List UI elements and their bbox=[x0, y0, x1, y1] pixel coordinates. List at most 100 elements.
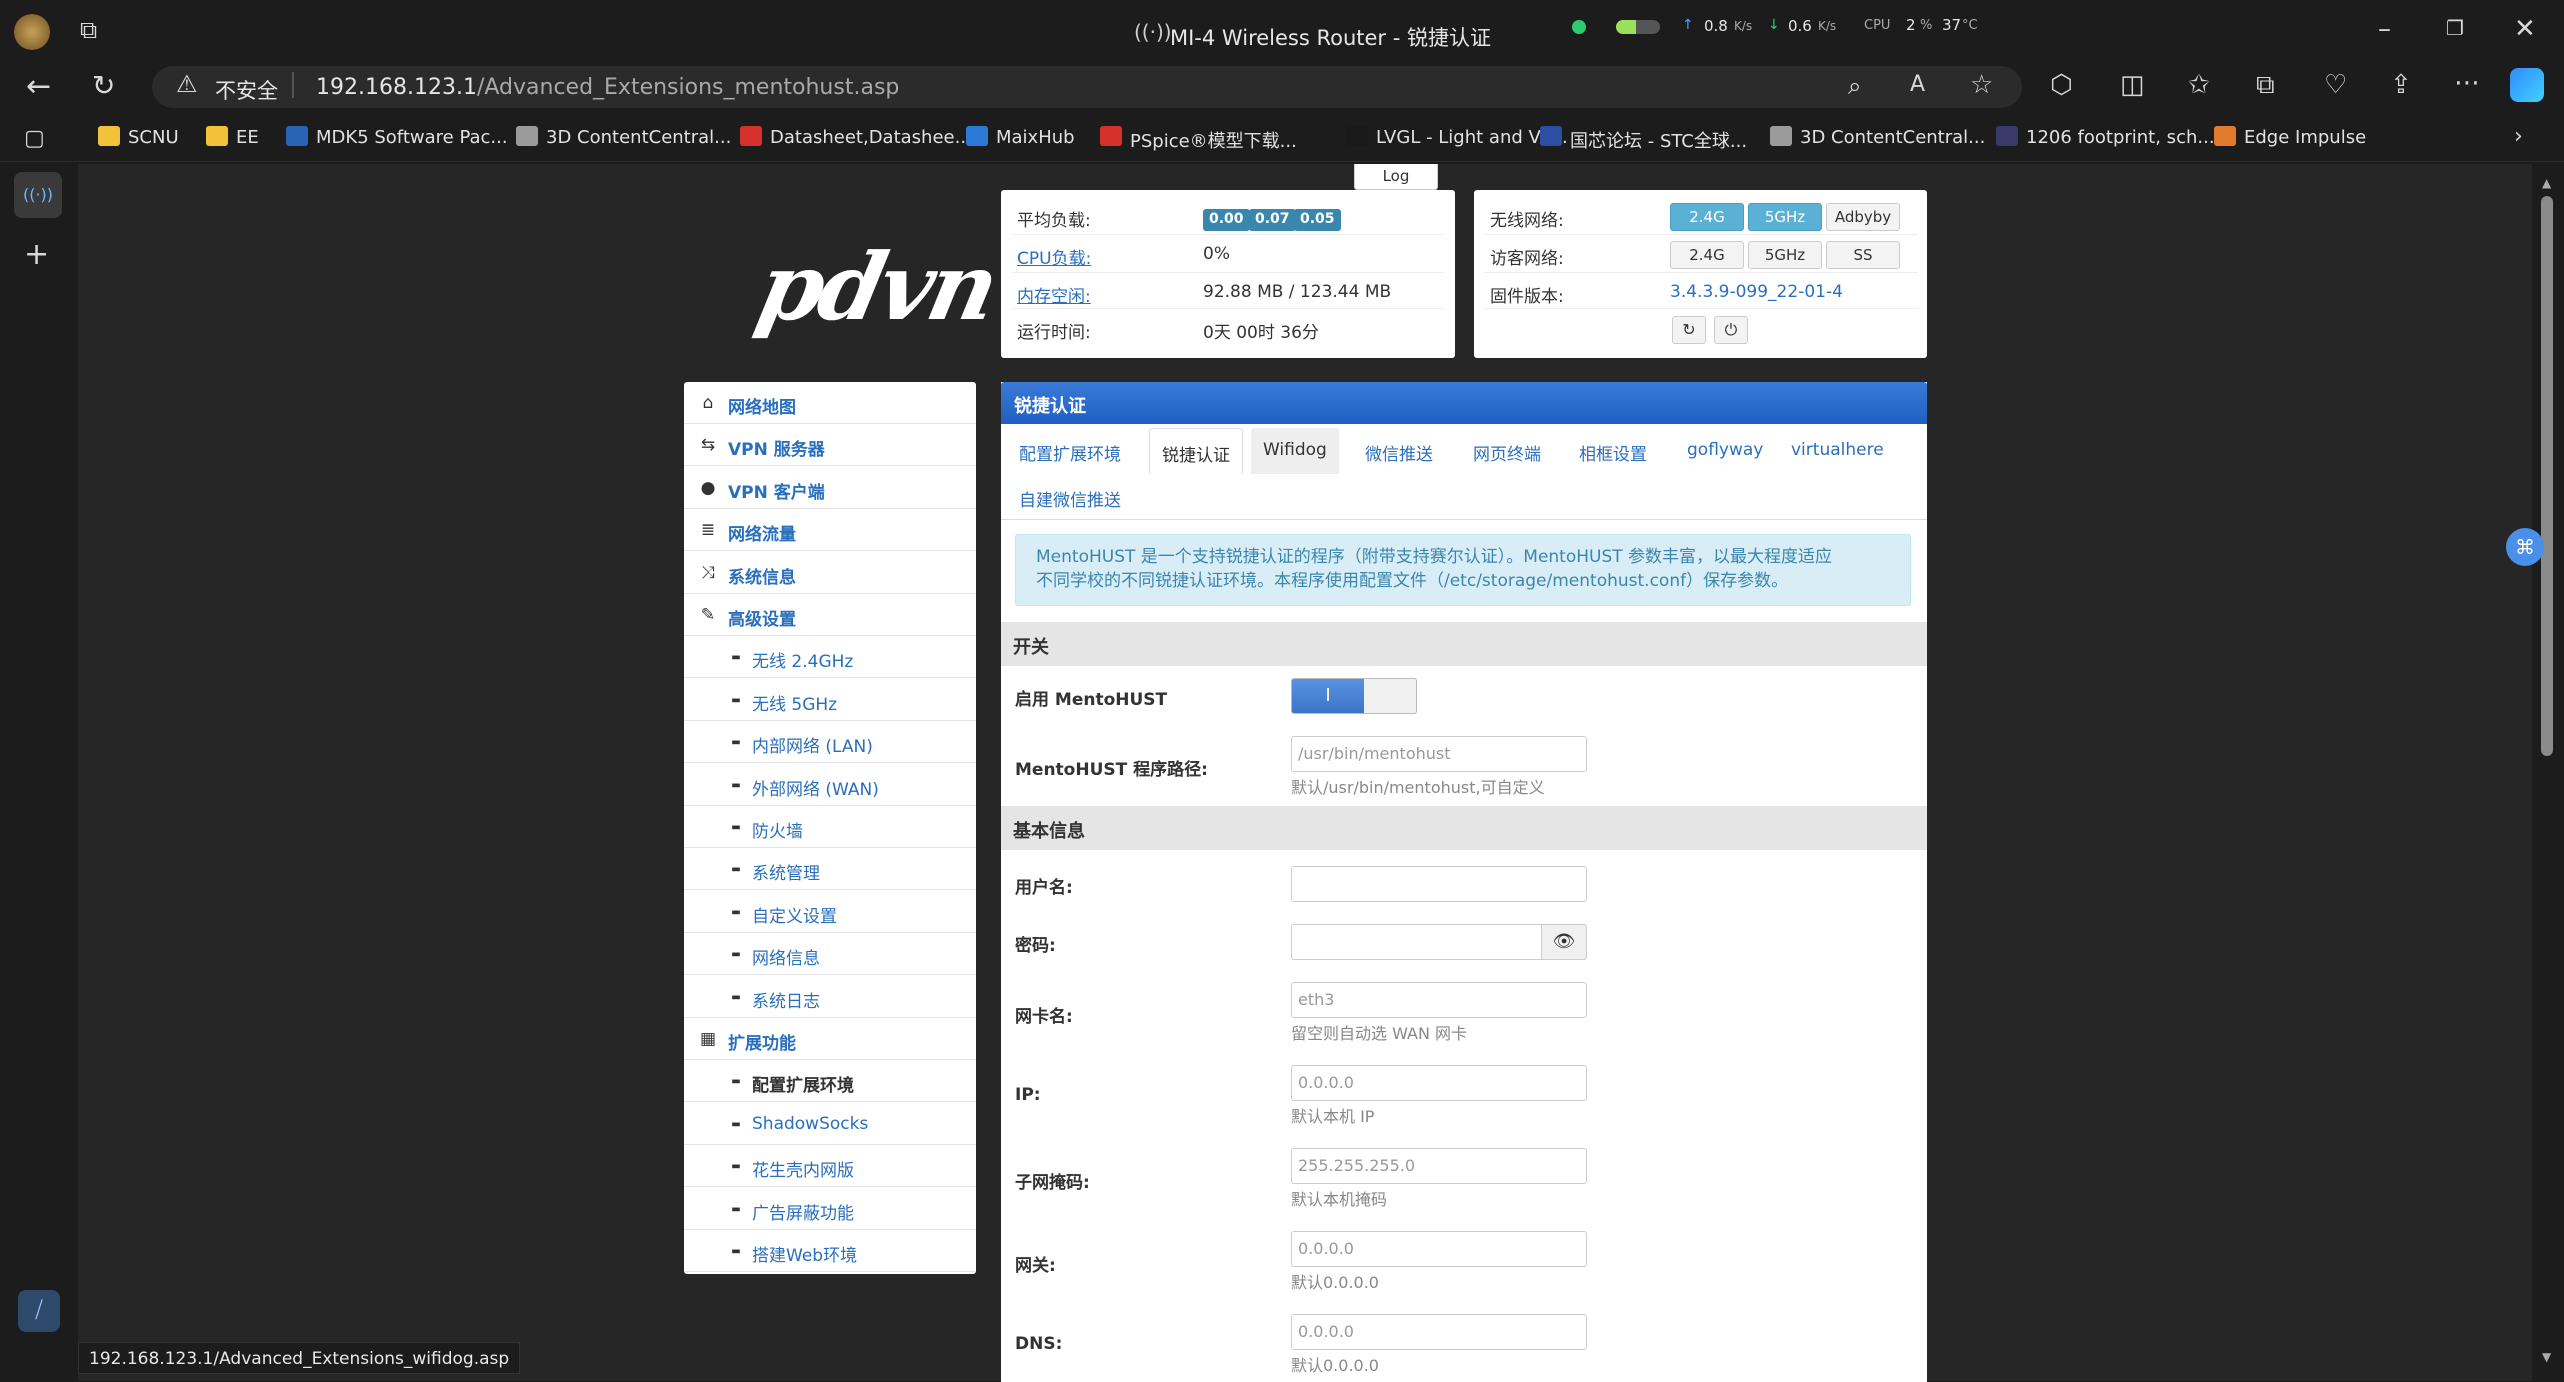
scroll-up-icon[interactable]: ▲ bbox=[2542, 176, 2551, 190]
guest-24g-button[interactable]: 2.4G bbox=[1670, 241, 1744, 269]
favorites-overflow-icon[interactable]: › bbox=[2514, 126, 2523, 148]
sidebar-app-icon[interactable]: ⧸ bbox=[18, 1290, 60, 1332]
tab-ruijie[interactable]: 锐捷认证 bbox=[1149, 428, 1243, 474]
favorite-link[interactable]: EE bbox=[236, 127, 259, 148]
cpu-load-label[interactable]: CPU负载: bbox=[1017, 244, 1091, 269]
firmware-version[interactable]: 3.4.3.9-099_22-01-4 bbox=[1670, 282, 1843, 302]
active-tab[interactable]: ((·)) bbox=[14, 172, 62, 218]
alert-line-2: 不同学校的不同锐捷认证环境。本程序使用配置文件（/etc/storage/men… bbox=[1036, 571, 1789, 591]
favorite-link[interactable]: 1206 footprint, sch... bbox=[2026, 127, 2215, 148]
copilot-icon[interactable] bbox=[2510, 68, 2544, 102]
username-input[interactable] bbox=[1291, 866, 1587, 902]
wifi-5g-button[interactable]: 5GHz bbox=[1748, 203, 1822, 231]
favorite-link[interactable]: 3D ContentCentral... bbox=[546, 127, 731, 148]
menu-item[interactable]: ▬ 搭建Web环境 bbox=[684, 1230, 976, 1272]
favorite-icon bbox=[1100, 126, 1122, 146]
tab-web-terminal[interactable]: 网页终端 bbox=[1461, 432, 1553, 473]
menu-item[interactable]: ▦ 扩展功能 bbox=[684, 1018, 976, 1060]
tab-goflyway[interactable]: goflyway bbox=[1675, 432, 1775, 468]
tab-custom-wechat-push[interactable]: 自建微信推送 bbox=[1007, 478, 1133, 519]
share-icon[interactable]: ⇪ bbox=[2390, 72, 2412, 98]
favorite-link[interactable]: 3D ContentCentral... bbox=[1800, 127, 1985, 148]
menu-item[interactable]: ⤨ 系统信息 bbox=[684, 552, 976, 594]
refresh-icon[interactable]: ↻ bbox=[92, 72, 115, 100]
favorite-link[interactable]: MaixHub bbox=[996, 127, 1075, 148]
gateway-input[interactable]: 0.0.0.0 bbox=[1291, 1231, 1587, 1267]
password-input[interactable] bbox=[1291, 924, 1543, 960]
minimize-icon[interactable]: – bbox=[2378, 16, 2391, 42]
address-divider bbox=[292, 72, 294, 98]
wifi-24g-button[interactable]: 2.4G bbox=[1670, 203, 1744, 231]
power-button[interactable]: ⏻ bbox=[1714, 316, 1748, 344]
mem-free-label[interactable]: 内存空闲: bbox=[1017, 282, 1091, 307]
favorite-link[interactable]: MDK5 Software Pac... bbox=[316, 127, 508, 148]
favorite-link[interactable]: Datasheet,Datashee... bbox=[770, 127, 972, 148]
netmask-input[interactable]: 255.255.255.0 bbox=[1291, 1148, 1587, 1184]
workspaces-icon[interactable]: ⧉ bbox=[80, 18, 97, 42]
tab-virtualhere[interactable]: virtualhere bbox=[1779, 432, 1896, 468]
log-tab[interactable]: Log bbox=[1354, 164, 1438, 190]
url-text[interactable]: 192.168.123.1/Advanced_Extensions_mentoh… bbox=[316, 75, 899, 100]
menu-item[interactable]: ▬ 无线 5GHz bbox=[684, 679, 976, 721]
zoom-icon[interactable]: ⌕ bbox=[1848, 74, 1861, 98]
menu-item[interactable]: ▬ 配置扩展环境 bbox=[684, 1060, 976, 1103]
scroll-thumb[interactable] bbox=[2541, 196, 2553, 756]
dns-input[interactable]: 0.0.0.0 bbox=[1291, 1314, 1587, 1350]
menu-item[interactable]: ▬ ShadowSocks bbox=[684, 1103, 976, 1145]
profile-avatar[interactable] bbox=[14, 14, 50, 50]
menu-item[interactable]: ▬ 自定义设置 bbox=[684, 891, 976, 933]
menu-item[interactable]: ▬ 外部网络 (WAN) bbox=[684, 764, 976, 806]
tab-wechat-push[interactable]: 微信推送 bbox=[1353, 432, 1445, 473]
menu-item[interactable]: ▬ 防火墙 bbox=[684, 806, 976, 848]
favorite-star-icon[interactable]: ☆ bbox=[1970, 72, 1993, 98]
new-tab-icon[interactable]: + bbox=[24, 240, 49, 270]
menu-item[interactable]: ✎ 高级设置 bbox=[684, 594, 976, 636]
extensions-icon[interactable]: ⬡ bbox=[2050, 72, 2073, 98]
adbyby-button[interactable]: Adbyby bbox=[1826, 203, 1900, 231]
split-screen-icon[interactable]: ◫ bbox=[2120, 72, 2145, 98]
scroll-down-icon[interactable]: ▼ bbox=[2542, 1350, 2551, 1364]
ip-input[interactable]: 0.0.0.0 bbox=[1291, 1065, 1587, 1101]
guest-5g-button[interactable]: 5GHz bbox=[1748, 241, 1822, 269]
path-input[interactable]: /usr/bin/mentohust bbox=[1291, 736, 1587, 772]
ss-button[interactable]: SS bbox=[1826, 241, 1900, 269]
favorite-link[interactable]: 国芯论坛 - STC全球... bbox=[1570, 127, 1747, 153]
read-aloud-icon[interactable]: A bbox=[1910, 74, 1925, 96]
health-icon[interactable]: ♡ bbox=[2324, 72, 2347, 98]
bullet-icon: ▬ bbox=[731, 1203, 741, 1215]
more-icon[interactable]: ⋯ bbox=[2454, 70, 2480, 96]
refresh-button[interactable]: ↻ bbox=[1672, 316, 1706, 344]
menu-item[interactable]: ▬ 内部网络 (LAN) bbox=[684, 721, 976, 764]
favorites-icon[interactable]: ✩ bbox=[2188, 72, 2210, 98]
menu-item[interactable]: ≣ 网络流量 bbox=[684, 509, 976, 552]
maximize-icon[interactable]: ❐ bbox=[2446, 18, 2464, 38]
tab-extension-env[interactable]: 配置扩展环境 bbox=[1007, 432, 1133, 473]
tab-photo-frame[interactable]: 相框设置 bbox=[1567, 432, 1659, 473]
scrollbar[interactable]: ▲ ▼ bbox=[2532, 164, 2564, 1381]
insecure-label[interactable]: 不安全 bbox=[215, 75, 278, 105]
enable-toggle[interactable]: I bbox=[1291, 678, 1417, 714]
menu-item[interactable]: ● VPN 客户端 bbox=[684, 467, 976, 509]
tab-wifidog[interactable]: Wifidog bbox=[1251, 428, 1339, 474]
menu-item[interactable]: ⇆ VPN 服务器 bbox=[684, 424, 976, 467]
menu-item[interactable]: ▬ 网络信息 bbox=[684, 933, 976, 976]
menu-item[interactable]: ▬ 花生壳内网版 bbox=[684, 1145, 976, 1188]
nic-input[interactable]: eth3 bbox=[1291, 982, 1587, 1018]
url-path: /Advanced_Extensions_mentohust.asp bbox=[476, 75, 900, 100]
favorite-link[interactable]: SCNU bbox=[128, 127, 179, 148]
favorite-link[interactable]: PSpice®模型下载... bbox=[1130, 127, 1297, 153]
back-icon[interactable]: ← bbox=[26, 72, 51, 102]
menu-item[interactable]: ▬ 无线 2.4GHz bbox=[684, 636, 976, 679]
show-password-eye-icon[interactable]: 👁 bbox=[1541, 924, 1587, 960]
translate-float-icon[interactable]: ⌘ bbox=[2506, 528, 2544, 566]
tab-actions-icon[interactable]: ▢ bbox=[24, 128, 45, 150]
warning-icon[interactable]: ⚠ bbox=[176, 72, 198, 96]
favorite-link[interactable]: LVGL - Light and Ve... bbox=[1376, 127, 1568, 148]
collections-icon[interactable]: ⧉ bbox=[2256, 72, 2275, 98]
menu-item[interactable]: ▬ 系统日志 bbox=[684, 976, 976, 1018]
menu-item[interactable]: ⌂ 网络地图 bbox=[684, 382, 976, 424]
favorite-link[interactable]: Edge Impulse bbox=[2244, 127, 2366, 148]
menu-item[interactable]: ▬ 系统管理 bbox=[684, 848, 976, 891]
close-icon[interactable]: ✕ bbox=[2514, 16, 2536, 42]
menu-item[interactable]: ▬ 广告屏蔽功能 bbox=[684, 1188, 976, 1230]
